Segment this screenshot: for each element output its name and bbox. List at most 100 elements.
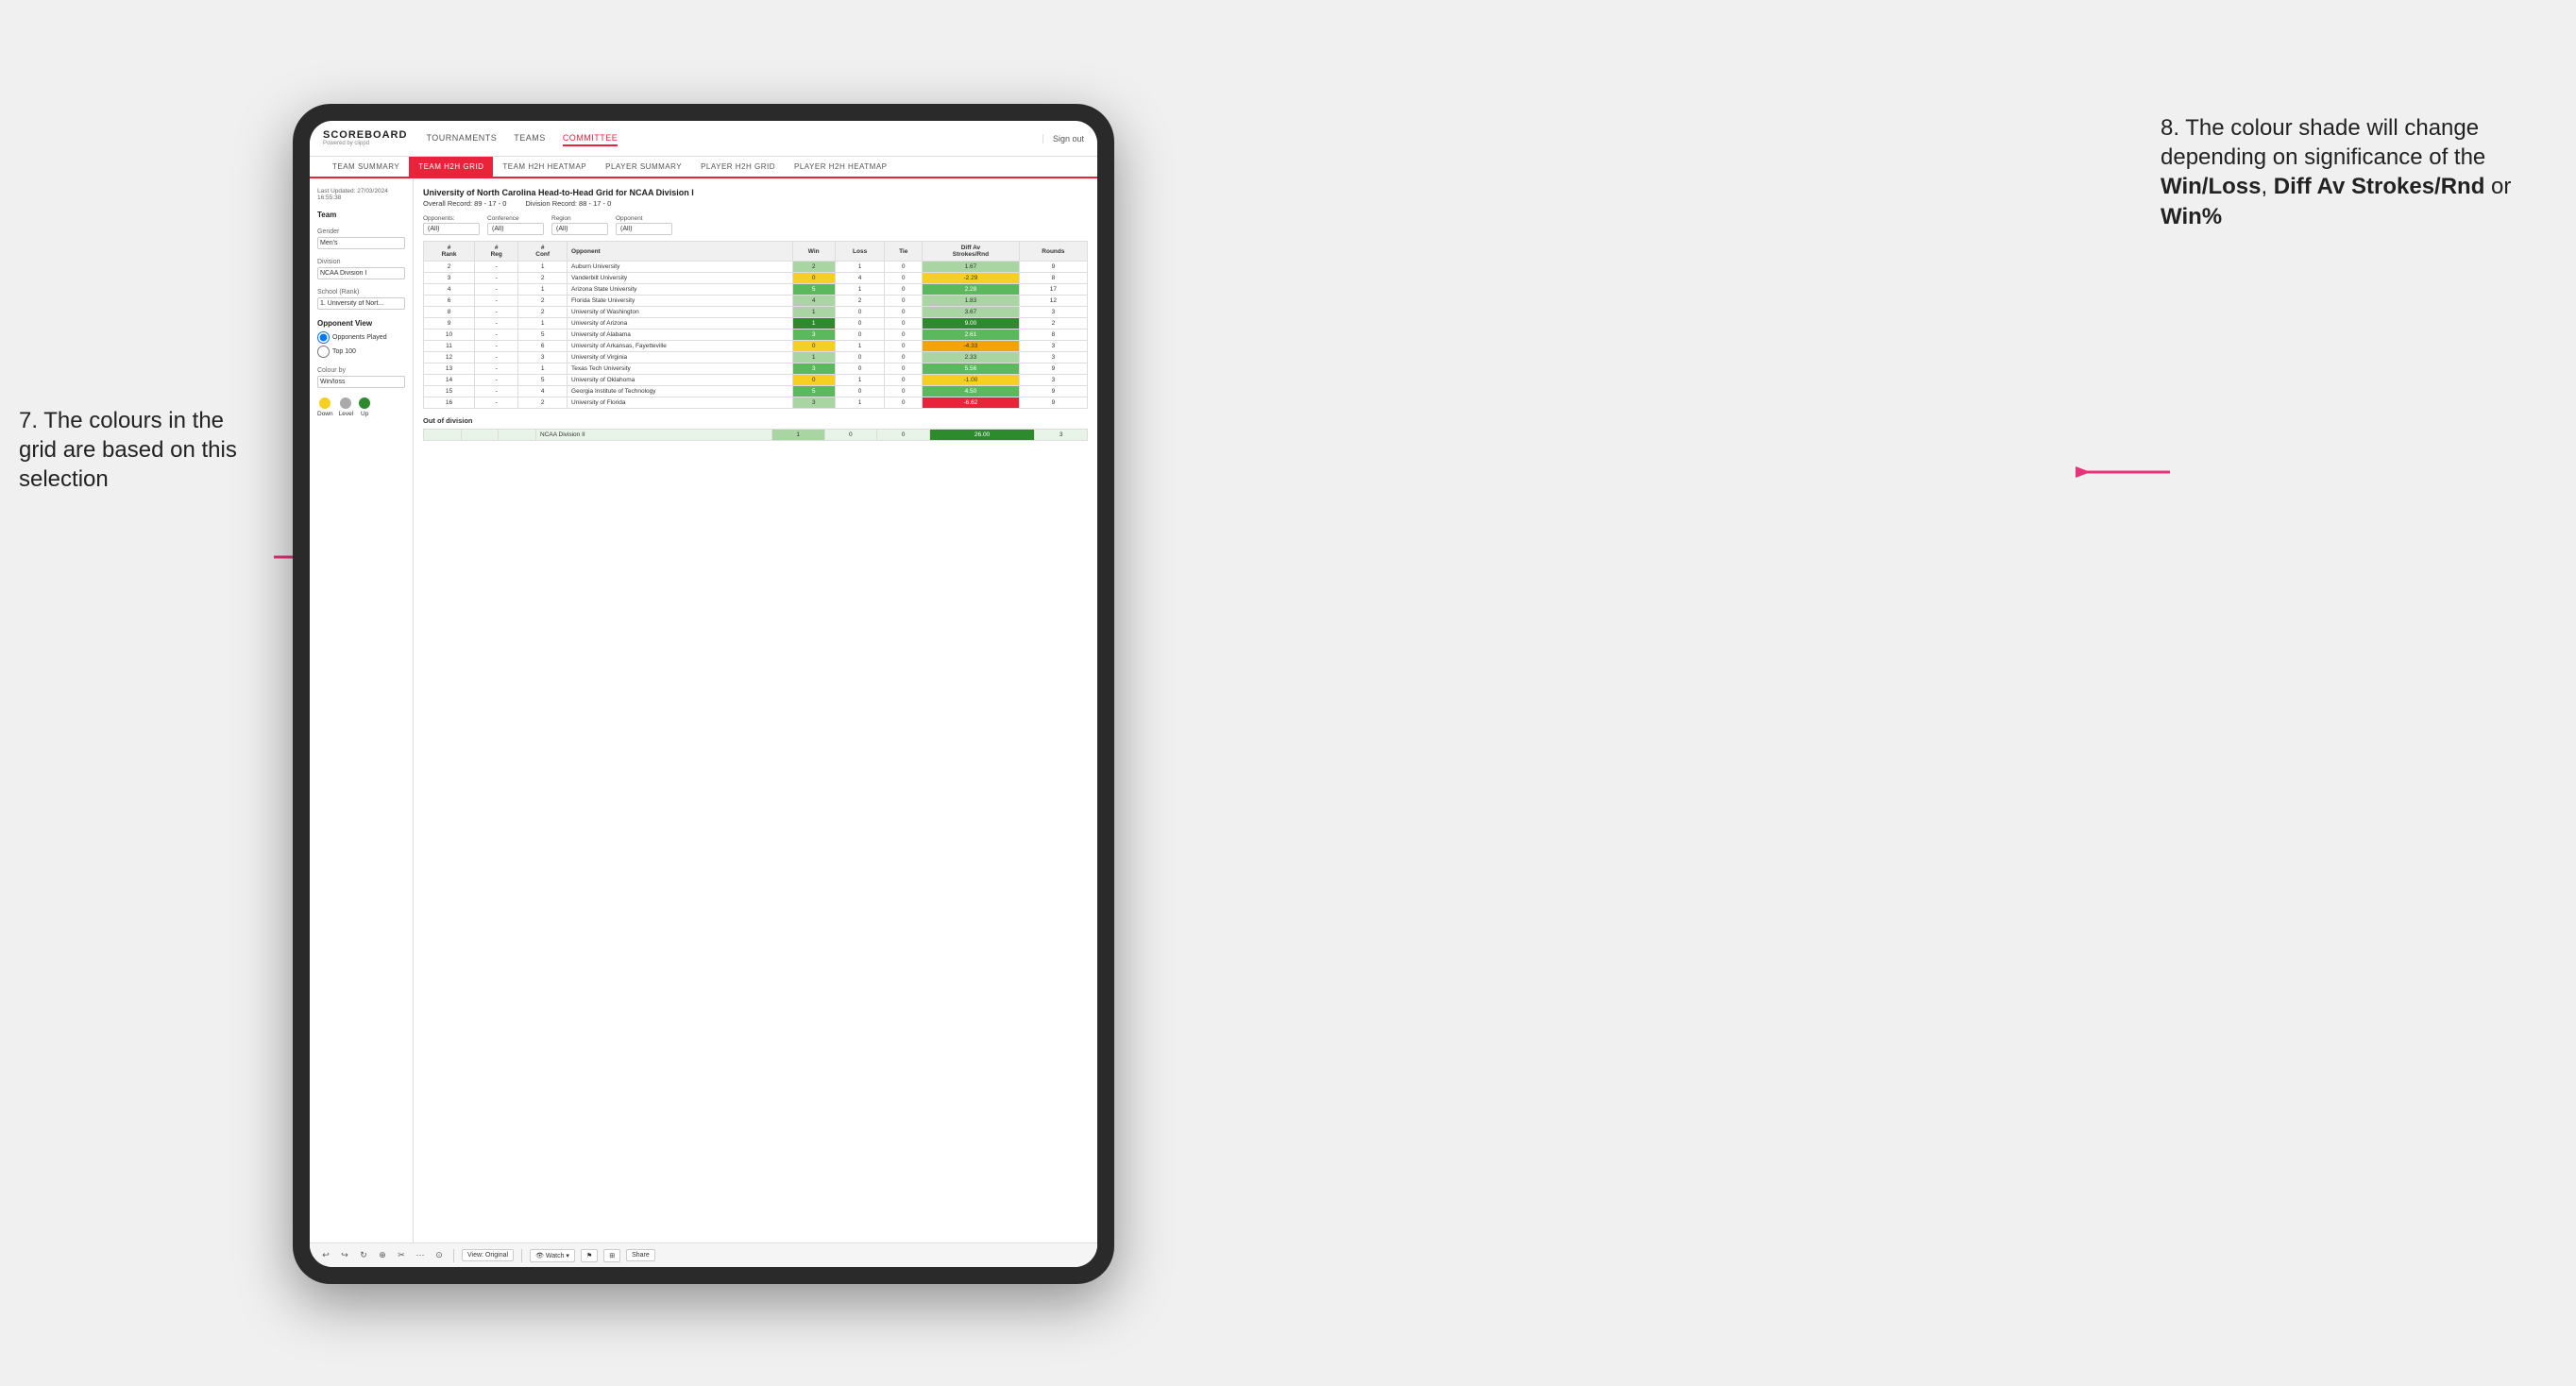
- clock-icon[interactable]: ⊙: [432, 1249, 446, 1262]
- cell-rounds: 2: [1019, 318, 1087, 330]
- flag-button[interactable]: ⚑: [581, 1249, 598, 1262]
- table-row: 9 - 1 University of Arizona 1 0 0 9.00 2: [424, 318, 1088, 330]
- gender-select[interactable]: Men's: [317, 237, 405, 249]
- region-label: Region: [551, 215, 608, 222]
- cell-opponent: Texas Tech University: [568, 363, 793, 375]
- cell-diff: 2.28: [923, 284, 1020, 296]
- cell-loss: 2: [835, 296, 885, 307]
- view-original-button[interactable]: View: Original: [462, 1249, 514, 1261]
- cell-reg: -: [475, 341, 518, 352]
- cell-opponent: University of Florida: [568, 397, 793, 409]
- cell-conf: 6: [518, 341, 568, 352]
- nav-tournaments[interactable]: TOURNAMENTS: [426, 131, 497, 146]
- tab-player-summary[interactable]: PLAYER SUMMARY: [596, 157, 691, 177]
- radio-top100[interactable]: Top 100: [317, 346, 405, 358]
- tab-team-h2h-heatmap[interactable]: TEAM H2H HEATMAP: [493, 157, 596, 177]
- division-select[interactable]: NCAA Division I: [317, 267, 405, 279]
- cell-reg: -: [475, 273, 518, 284]
- legend-label-up: Up: [361, 411, 368, 417]
- cell-opponent: Georgia Institute of Technology: [568, 386, 793, 397]
- main-content: Last Updated: 27/03/2024 16:55:38 Team G…: [310, 178, 1097, 1257]
- undo-icon[interactable]: ↩: [319, 1249, 332, 1262]
- col-win: Win: [792, 242, 835, 262]
- cell-loss: 1: [835, 284, 885, 296]
- cell-diff: -1.00: [923, 375, 1020, 386]
- add-icon[interactable]: ⊕: [376, 1249, 389, 1262]
- col-diff: Diff AvStrokes/Rnd: [923, 242, 1020, 262]
- nav-teams[interactable]: TEAMS: [514, 131, 546, 146]
- cell-tie: 0: [885, 318, 923, 330]
- out-name: NCAA Division II: [536, 430, 772, 441]
- sign-out-button[interactable]: Sign out: [1042, 134, 1084, 144]
- cell-loss: 0: [835, 352, 885, 363]
- cell-opponent: University of Arizona: [568, 318, 793, 330]
- conference-select[interactable]: (All): [487, 223, 544, 235]
- tab-team-summary[interactable]: TEAM SUMMARY: [323, 157, 409, 177]
- cell-win: 3: [792, 330, 835, 341]
- cell-opponent: University of Oklahoma: [568, 375, 793, 386]
- radio-opponents-played[interactable]: Opponents Played: [317, 331, 405, 344]
- table-row: 11 - 6 University of Arkansas, Fayettevi…: [424, 341, 1088, 352]
- cell-loss: 4: [835, 273, 885, 284]
- refresh-icon[interactable]: ↻: [357, 1249, 370, 1262]
- cell-opponent: Vanderbilt University: [568, 273, 793, 284]
- toolbar-separator-1: [453, 1249, 454, 1262]
- opponent-select[interactable]: (All): [616, 223, 672, 235]
- cell-diff: 9.00: [923, 318, 1020, 330]
- annotation-right-text: 8. The colour shade will change dependin…: [2161, 115, 2511, 229]
- out-of-division-body: NCAA Division II 1 0 0 26.00 3: [424, 430, 1088, 441]
- opponents-select[interactable]: (All): [423, 223, 480, 235]
- cell-tie: 0: [885, 363, 923, 375]
- cell-rounds: 9: [1019, 386, 1087, 397]
- cell-win: 0: [792, 341, 835, 352]
- tab-team-h2h-grid[interactable]: TEAM H2H GRID: [409, 157, 493, 177]
- toolbar-separator-2: [521, 1249, 522, 1262]
- redo-icon[interactable]: ↪: [338, 1249, 351, 1262]
- out-diff: 26.00: [929, 430, 1034, 441]
- table-row: 13 - 1 Texas Tech University 3 0 0 5.56 …: [424, 363, 1088, 375]
- cell-diff: 2.33: [923, 352, 1020, 363]
- copy-icon[interactable]: ✂: [395, 1249, 408, 1262]
- grid-button[interactable]: ⊞: [603, 1249, 620, 1262]
- table-row: 12 - 3 University of Virginia 1 0 0 2.33…: [424, 352, 1088, 363]
- filter-row: Opponents: (All) Conference (All) Region…: [423, 215, 1088, 235]
- cell-diff: 4.50: [923, 386, 1020, 397]
- table-row: 2 - 1 Auburn University 2 1 0 1.67 9: [424, 262, 1088, 273]
- cell-rank: 15: [424, 386, 475, 397]
- colour-by-select[interactable]: Win/loss: [317, 376, 405, 388]
- cell-reg: -: [475, 262, 518, 273]
- cell-diff: 1.67: [923, 262, 1020, 273]
- annotation-left: 7. The colours in the grid are based on …: [19, 406, 264, 495]
- cell-rounds: 3: [1019, 352, 1087, 363]
- more-icon[interactable]: ⋯: [414, 1249, 427, 1262]
- tab-player-h2h-heatmap[interactable]: PLAYER H2H HEATMAP: [785, 157, 897, 177]
- nav-committee[interactable]: COMMITTEE: [563, 131, 619, 146]
- tab-player-h2h-grid[interactable]: PLAYER H2H GRID: [691, 157, 785, 177]
- cell-rounds: 3: [1019, 307, 1087, 318]
- region-select[interactable]: (All): [551, 223, 608, 235]
- watch-button[interactable]: 👁 Watch ▾: [530, 1249, 575, 1262]
- table-row: 16 - 2 University of Florida 3 1 0 -6.62…: [424, 397, 1088, 409]
- view-original-label: View: Original: [467, 1252, 508, 1259]
- table-row: 14 - 5 University of Oklahoma 0 1 0 -1.0…: [424, 375, 1088, 386]
- cell-rounds: 17: [1019, 284, 1087, 296]
- region-filter-group: Region (All): [551, 215, 608, 235]
- legend-label-down: Down: [317, 411, 333, 417]
- cell-win: 3: [792, 363, 835, 375]
- cell-rounds: 9: [1019, 363, 1087, 375]
- cell-reg: -: [475, 363, 518, 375]
- col-tie: Tie: [885, 242, 923, 262]
- share-button[interactable]: Share: [626, 1249, 655, 1261]
- cell-loss: 0: [835, 318, 885, 330]
- share-label: Share: [632, 1252, 650, 1259]
- cell-rank: 2: [424, 262, 475, 273]
- table-row: 3 - 2 Vanderbilt University 0 4 0 -2.29 …: [424, 273, 1088, 284]
- cell-rank: 16: [424, 397, 475, 409]
- sidebar: Last Updated: 27/03/2024 16:55:38 Team G…: [310, 178, 414, 1257]
- logo-text: SCOREBOARD: [323, 130, 407, 141]
- cell-conf: 4: [518, 386, 568, 397]
- cell-loss: 1: [835, 341, 885, 352]
- cell-win: 0: [792, 375, 835, 386]
- out-win: 1: [771, 430, 824, 441]
- school-select[interactable]: 1. University of Nort...: [317, 297, 405, 310]
